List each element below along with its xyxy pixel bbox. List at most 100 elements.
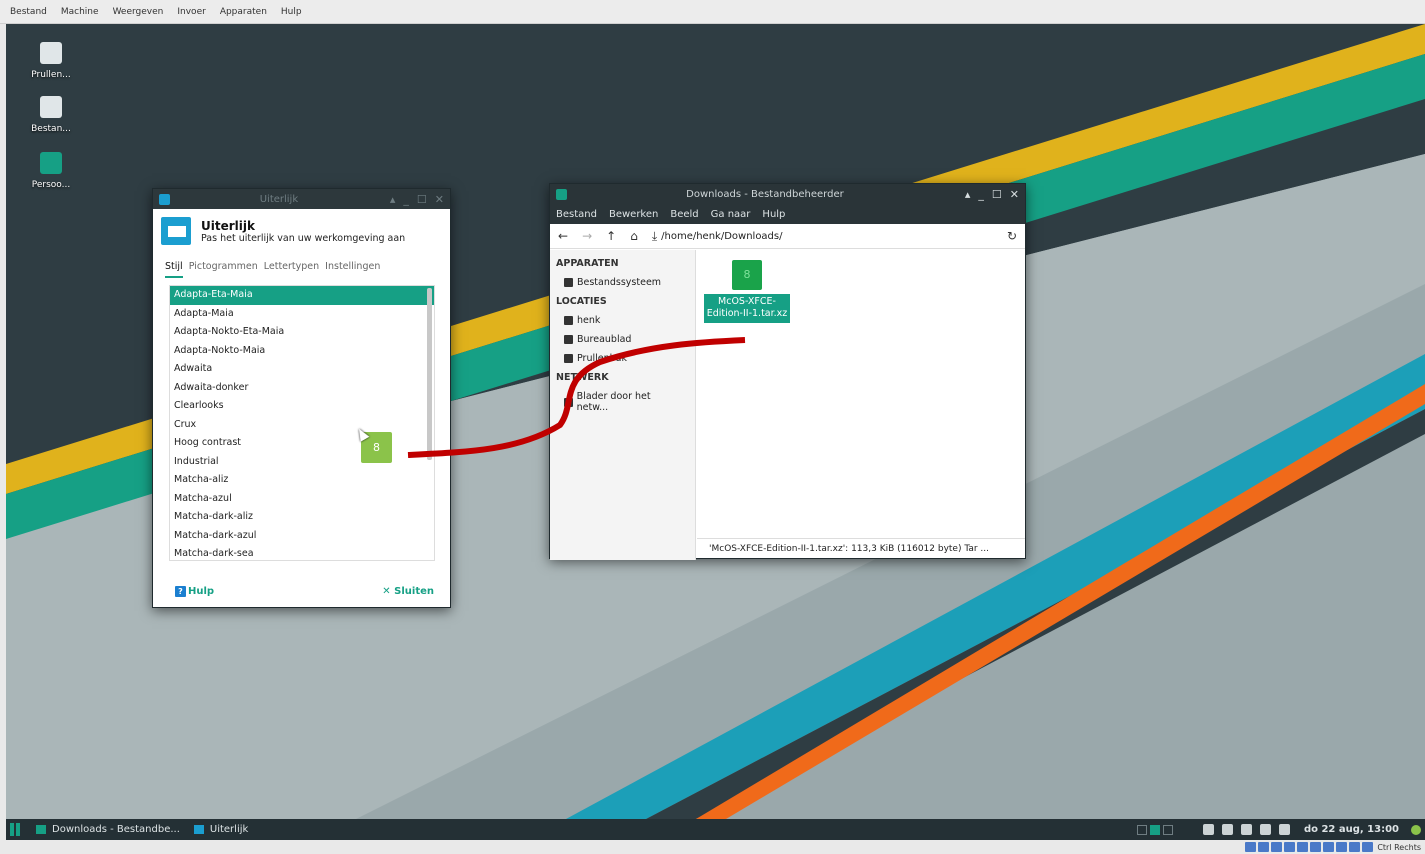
task-label: Downloads - Bestandbe...: [52, 824, 180, 835]
style-list-scrollbar[interactable]: [427, 288, 432, 460]
style-item[interactable]: Adapta-Nokto-Maia: [170, 342, 434, 361]
power-icon[interactable]: [1411, 824, 1421, 835]
style-item[interactable]: Hoog contrast: [170, 434, 434, 453]
fm-menu-ga-naar[interactable]: Ga naar: [711, 209, 751, 220]
vm-display-icon[interactable]: [1323, 842, 1335, 852]
host-menu-hulp[interactable]: Hulp: [281, 7, 302, 17]
workspace-switcher[interactable]: [1136, 824, 1173, 835]
volume-icon[interactable]: [1278, 824, 1290, 835]
tab-pictogrammen[interactable]: Pictogrammen: [189, 261, 258, 278]
tab-stijl[interactable]: Stijl: [165, 261, 183, 278]
sidebar-item-label: henk: [577, 315, 601, 326]
style-item[interactable]: Crux: [170, 416, 434, 435]
help-button[interactable]: ? Hulp: [175, 586, 214, 597]
host-menu-bestand[interactable]: Bestand: [10, 7, 47, 17]
host-key-label: Ctrl Rechts: [1377, 842, 1421, 852]
maximize-up-icon[interactable]: ▴: [965, 188, 971, 201]
file-item[interactable]: 8 McOS-XFCE-Edition-II-1.tar.xz: [704, 260, 790, 323]
tab-lettertypen[interactable]: Lettertypen: [264, 261, 319, 278]
archive-icon: 8: [732, 260, 762, 290]
maximize-button[interactable]: ☐: [417, 193, 427, 206]
style-item[interactable]: Adwaita-donker: [170, 379, 434, 398]
appearance-subtitle: Pas het uiterlijk van uw werkomgeving aa…: [201, 232, 406, 244]
appearance-window-title: Uiterlijk: [259, 193, 299, 205]
sidebar-item-label: Prullenbak: [577, 353, 627, 364]
workspace-3[interactable]: [1162, 824, 1173, 835]
task-button-file-manager[interactable]: Downloads - Bestandbe...: [32, 824, 184, 835]
style-item[interactable]: Matcha-dark-sea: [170, 545, 434, 560]
sidebar-item-browse-network[interactable]: Blader door het netw...: [550, 387, 695, 417]
vm-usb-icon[interactable]: [1297, 842, 1309, 852]
vm-shared-folder-icon[interactable]: [1310, 842, 1322, 852]
appearance-titlebar[interactable]: Uiterlijk ▴ _ ☐ ✕: [153, 189, 450, 209]
fm-task-icon: [36, 825, 46, 834]
workspace-2[interactable]: [1149, 824, 1160, 835]
taskbar: Downloads - Bestandbe... Uiterlijk do 22…: [6, 819, 1425, 840]
sidebar-item-label: Bureaublad: [577, 334, 632, 345]
host-menubar: Bestand Machine Weergeven Invoer Apparat…: [0, 0, 1425, 24]
style-item[interactable]: Adapta-Maia: [170, 305, 434, 324]
back-arrow-icon[interactable]: ←: [558, 229, 568, 243]
home-icon[interactable]: ⌂: [630, 229, 638, 243]
up-arrow-icon[interactable]: ↑: [606, 229, 616, 243]
close-button[interactable]: ✕: [1010, 188, 1019, 201]
close-dialog-button[interactable]: ✕ Sluiten: [382, 586, 434, 597]
style-item[interactable]: Adapta-Nokto-Eta-Maia: [170, 323, 434, 342]
style-item[interactable]: Matcha-azul: [170, 490, 434, 509]
host-menu-apparaten[interactable]: Apparaten: [220, 7, 267, 17]
tab-instellingen[interactable]: Instellingen: [325, 261, 380, 278]
app-menu-icon[interactable]: [10, 823, 26, 836]
vm-disk-icon[interactable]: [1245, 842, 1257, 852]
sidebar-item-filesystem[interactable]: Bestandssysteem: [550, 273, 695, 292]
style-item[interactable]: Industrial: [170, 453, 434, 472]
style-item[interactable]: Matcha-dark-aliz: [170, 508, 434, 527]
desktop-icon-home[interactable]: Persoo...: [22, 152, 80, 190]
style-item[interactable]: Clearlooks: [170, 397, 434, 416]
fm-menu-beeld[interactable]: Beeld: [670, 209, 698, 220]
shield-icon[interactable]: [1240, 824, 1252, 835]
fm-file-view[interactable]: 8 McOS-XFCE-Edition-II-1.tar.xz: [697, 250, 1025, 540]
style-list[interactable]: Adapta-Eta-Maia Adapta-Maia Adapta-Nokto…: [169, 285, 435, 561]
vm-cpu-icon[interactable]: [1349, 842, 1361, 852]
vm-network-icon[interactable]: [1284, 842, 1296, 852]
style-item[interactable]: Matcha-aliz: [170, 471, 434, 490]
style-item[interactable]: Adapta-Eta-Maia: [170, 286, 434, 305]
minimize-button[interactable]: _: [403, 193, 409, 206]
host-menu-weergeven[interactable]: Weergeven: [113, 7, 164, 17]
reload-icon[interactable]: ↻: [1007, 229, 1017, 243]
fm-titlebar[interactable]: Downloads - Bestandbeheerder ▴ _ ☐ ✕: [550, 184, 1025, 204]
sidebar-item-home[interactable]: henk: [550, 311, 695, 330]
desktop-icon-trash[interactable]: Prullen...: [22, 42, 80, 80]
style-item[interactable]: Matcha-dark-azul: [170, 527, 434, 546]
sidebar-item-desktop[interactable]: Bureaublad: [550, 330, 695, 349]
workspace-1[interactable]: [1136, 824, 1147, 835]
fm-window-icon: [556, 188, 567, 200]
host-menu-invoer[interactable]: Invoer: [177, 7, 205, 17]
fm-menu-bestand[interactable]: Bestand: [556, 209, 597, 220]
forward-arrow-icon[interactable]: →: [582, 229, 592, 243]
fm-menu-bewerken[interactable]: Bewerken: [609, 209, 658, 220]
sidebar-item-trash[interactable]: Prullenbak: [550, 349, 695, 368]
vm-optical-icon[interactable]: [1258, 842, 1270, 852]
download-icon: ⤓: [651, 228, 658, 243]
fm-menu-hulp[interactable]: Hulp: [762, 209, 785, 220]
desktop-icon-filesystem[interactable]: Bestan...: [22, 96, 80, 134]
vm-recording-icon[interactable]: [1336, 842, 1348, 852]
location-path[interactable]: /home/henk/Downloads/: [661, 231, 1007, 242]
clipboard-icon[interactable]: [1202, 824, 1214, 835]
close-button[interactable]: ✕: [435, 193, 444, 206]
trash-icon: [40, 42, 62, 64]
task-button-appearance[interactable]: Uiterlijk: [190, 824, 252, 835]
display-icon[interactable]: [1221, 824, 1233, 835]
maximize-button[interactable]: ☐: [992, 188, 1002, 201]
minimize-button[interactable]: _: [978, 188, 984, 201]
clock[interactable]: do 22 aug, 13:00: [1304, 824, 1399, 835]
network-icon[interactable]: [1259, 824, 1271, 835]
maximize-up-icon[interactable]: ▴: [390, 193, 396, 206]
vm-audio-icon[interactable]: [1271, 842, 1283, 852]
vm-mouse-icon[interactable]: [1362, 842, 1374, 852]
network-icon: [564, 397, 573, 407]
host-menu-machine[interactable]: Machine: [61, 7, 99, 17]
style-item[interactable]: Adwaita: [170, 360, 434, 379]
close-button-label: Sluiten: [394, 586, 434, 597]
